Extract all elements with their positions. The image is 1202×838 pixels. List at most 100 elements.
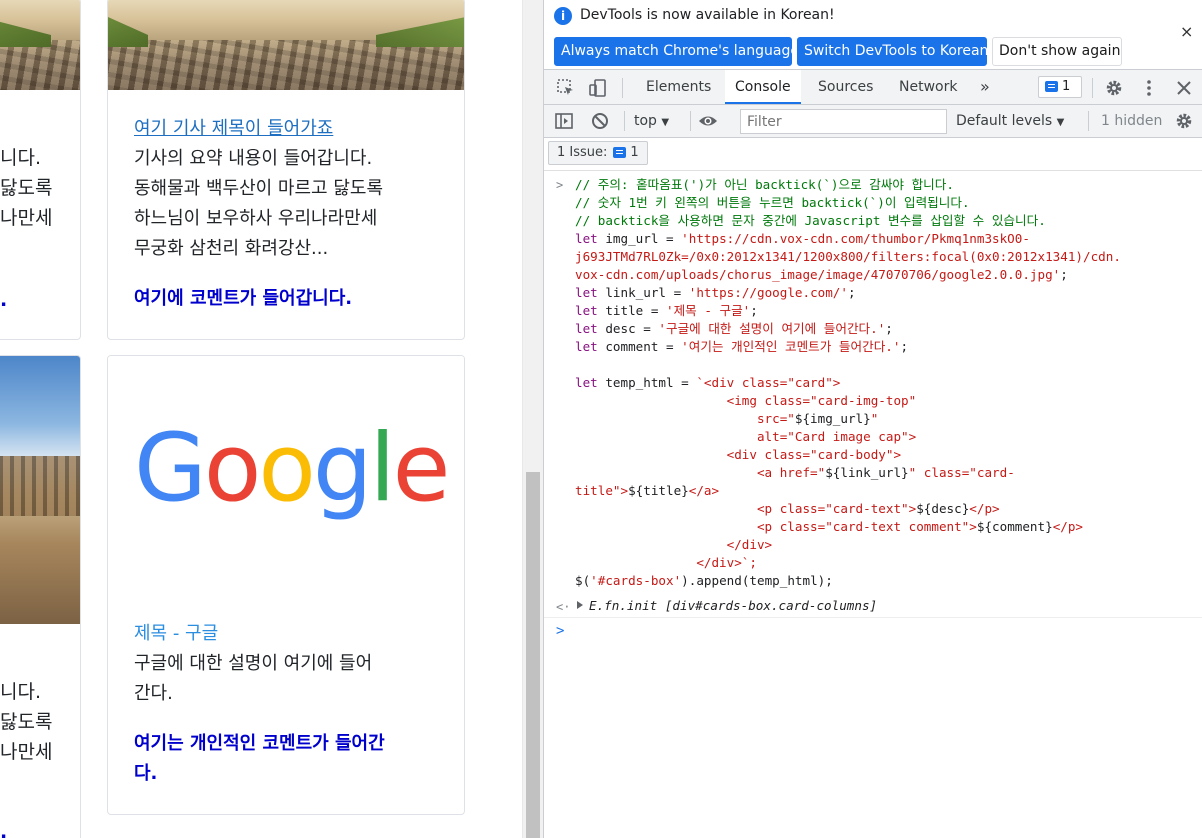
close-devtools-icon[interactable]	[1174, 78, 1194, 98]
code-line: let comment = '여기는 개인적인 코멘트가 들어간다.';	[575, 339, 909, 354]
message-icon	[1045, 81, 1058, 92]
tab-console[interactable]: Console	[725, 70, 801, 104]
settings-gear-icon[interactable]	[1104, 78, 1124, 98]
screen: 니다. 닳도록 나만세 . 니다. 닳도록 나만세 . 여기 기사 제목이 들어…	[0, 0, 1202, 838]
kebab-menu-icon[interactable]	[1139, 78, 1159, 98]
code-line: let img_url = 'https://cdn.vox-cdn.com/t…	[575, 231, 1030, 246]
card-google: Google 제목 - 구글 구글에 대한 설명이 여기에 들어 간다. 여기는…	[107, 355, 465, 815]
partial-text: 닳도록	[0, 711, 53, 733]
code-line: $('#cards-box').append(temp_html);	[575, 573, 833, 588]
console-input-prompt[interactable]: >	[556, 622, 564, 640]
tab-network[interactable]: Network	[889, 70, 967, 104]
card-comment: 여기에 코멘트가 들어갑니다.	[134, 288, 353, 309]
logo-letter: g	[312, 414, 373, 523]
code-line: j693JTMd7RL0Zk=/0x0:2012x1341/1200x800/f…	[575, 249, 1121, 264]
google-logo-image: Google	[108, 356, 464, 606]
card-image	[108, 0, 464, 90]
card-text: 하느님이 보우하사 우리나라만세	[134, 208, 378, 229]
code-line: src="${img_url}"	[575, 411, 879, 426]
code-line: <a href="${link_url}" class="card-	[575, 465, 1015, 480]
infobar-message: DevTools is now available in Korean!	[580, 7, 835, 23]
card-text: 동해물과 백두산이 마르고 닳도록	[134, 178, 384, 199]
console-toolbar: top ▼ Default levels ▼ 1 hidden	[544, 105, 1202, 138]
card-title-link[interactable]: 여기 기사 제목이 들어가죠	[134, 114, 333, 144]
console-output[interactable]: > // 주의: 홑따옴표(')가 아닌 backtick(`)으로 감싸야 합…	[544, 172, 1202, 838]
tab-sources[interactable]: Sources	[808, 70, 883, 104]
code-line: // 숫자 1번 키 왼쪽의 버튼을 누르면 backtick(`)이 입력됩니…	[575, 195, 970, 210]
close-icon[interactable]: ×	[1180, 22, 1193, 41]
dont-show-again-button[interactable]: Don't show again	[992, 37, 1122, 66]
code-line: title">${title}</a>	[575, 483, 720, 498]
sidebar-toggle-icon[interactable]	[554, 111, 574, 131]
code-line: vox-cdn.com/uploads/chorus_image/image/4…	[575, 267, 1068, 282]
device-toolbar-icon[interactable]	[588, 78, 608, 98]
issues-bar: 1 Issue: 1	[544, 138, 1202, 171]
google-logo: Google	[134, 414, 451, 524]
card-text: 무궁화 삼천리 화려강산...	[134, 238, 329, 259]
code-line: <p class="card-text comment">${comment}<…	[575, 519, 1084, 534]
context-selector[interactable]: top ▼	[634, 111, 669, 131]
code-line: let temp_html = `<div class="card">	[575, 375, 841, 390]
result-arrow-icon: <·	[556, 600, 571, 614]
partial-text: 니다.	[0, 147, 41, 169]
code-line: <p class="card-text">${desc}</p>	[575, 501, 1000, 516]
scrollbar-thumb[interactable]	[526, 472, 540, 838]
code-line: // 주의: 홑따옴표(')가 아닌 backtick(`)으로 감싸야 합니다…	[575, 177, 954, 192]
card-title-link[interactable]: 제목 - 구글	[134, 619, 218, 649]
card-comment: 다.	[134, 763, 158, 784]
card-text: 간다.	[134, 683, 173, 704]
inspect-element-icon[interactable]	[556, 78, 576, 98]
language-infobar: i DevTools is now available in Korean! A…	[544, 0, 1202, 70]
result-value[interactable]: E.fn.init [div#cards-box.card-columns]	[589, 597, 877, 615]
card-text: 구글에 대한 설명이 여기에 들어	[134, 653, 373, 674]
hidden-messages-count: 1 hidden	[1101, 113, 1163, 129]
card-text: 기사의 요약 내용이 들어갑니다.	[134, 148, 373, 169]
console-code-entry: // 주의: 홑따옴표(')가 아닌 backtick(`)으로 감싸야 합니다…	[544, 176, 1202, 590]
web-page: 니다. 닳도록 나만세 . 니다. 닳도록 나만세 . 여기 기사 제목이 들어…	[0, 0, 522, 838]
code-line: </div>	[575, 537, 773, 552]
code-line: </div>`;	[575, 555, 757, 570]
logo-letter: G	[134, 414, 207, 523]
message-icon	[613, 147, 627, 158]
partial-text: 니다.	[0, 681, 41, 703]
partial-comment: .	[0, 289, 8, 311]
devtools-tabbar: Elements Console Sources Network » 1	[544, 70, 1202, 105]
partial-text: 나만세	[0, 207, 53, 229]
code-line: // backtick을 사용하면 문자 중간에 Javascript 변수를 …	[575, 213, 1046, 228]
logo-letter: o	[203, 414, 261, 523]
partial-text: 닳도록	[0, 177, 53, 199]
filter-input[interactable]	[740, 109, 947, 134]
page-scrollbar[interactable]	[522, 0, 543, 838]
devtools-panel: i DevTools is now available in Korean! A…	[543, 0, 1202, 838]
tab-elements[interactable]: Elements	[636, 70, 721, 104]
partial-comment: .	[0, 821, 8, 838]
console-settings-gear-icon[interactable]	[1174, 111, 1194, 131]
info-icon: i	[554, 7, 572, 25]
partial-text: 나만세	[0, 741, 53, 763]
card-article: 여기 기사 제목이 들어가죠 기사의 요약 내용이 들어갑니다. 동해물과 백두…	[107, 0, 465, 340]
expand-triangle-icon[interactable]	[577, 601, 583, 609]
console-result-row[interactable]: <· E.fn.init [div#cards-box.card-columns…	[544, 596, 1202, 618]
live-expression-eye-icon[interactable]	[698, 111, 718, 131]
code-line: <img class="card-img-top"	[575, 393, 917, 408]
code-line: alt="Card image cap">	[575, 429, 917, 444]
card-comment: 여기는 개인적인 코멘트가 들어간	[134, 733, 385, 754]
logo-letter: e	[392, 414, 451, 523]
issues-count: 1	[1062, 79, 1071, 94]
more-tabs-icon[interactable]: »	[970, 70, 1000, 104]
issues-button[interactable]: 1 Issue: 1	[548, 141, 648, 165]
logo-letter: l	[369, 414, 396, 523]
logo-letter: o	[258, 414, 315, 523]
switch-to-korean-button[interactable]: Switch DevTools to Korean	[797, 37, 988, 66]
always-match-language-button[interactable]: Always match Chrome's language	[554, 37, 799, 66]
card-image	[0, 356, 80, 624]
issues-counter[interactable]: 1	[1038, 76, 1082, 98]
code-line: let title = '제목 - 구글';	[575, 303, 758, 318]
code-line: let link_url = 'https://google.com/';	[575, 285, 856, 300]
clear-console-icon[interactable]	[590, 111, 610, 131]
log-levels-dropdown[interactable]: Default levels ▼	[956, 111, 1064, 133]
code-line: <div class="card-body">	[575, 447, 902, 462]
card-image	[0, 0, 80, 90]
code-line: let desc = '구글에 대한 설명이 여기에 들어간다.';	[575, 321, 893, 336]
